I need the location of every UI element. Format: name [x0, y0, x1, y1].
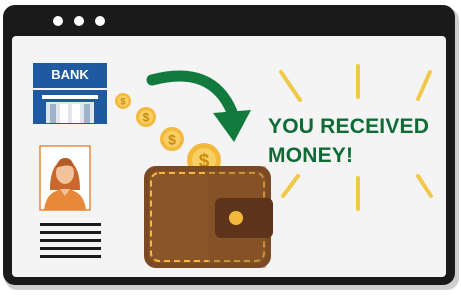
- svg-text:$: $: [143, 111, 150, 125]
- bank-label: BANK: [51, 67, 89, 82]
- user-profile-icon: [39, 145, 91, 211]
- window-dot-1: [53, 16, 63, 26]
- window-dot-3: [95, 16, 105, 26]
- svg-text:$: $: [168, 132, 176, 148]
- window-dot-2: [74, 16, 84, 26]
- message-line-1: YOU RECEIVED: [268, 115, 430, 138]
- svg-text:$: $: [120, 97, 125, 107]
- message-line-2: MONEY!: [268, 144, 354, 167]
- received-money-message: YOU RECEIVED MONEY!: [268, 112, 458, 170]
- wallet-icon: [144, 166, 273, 268]
